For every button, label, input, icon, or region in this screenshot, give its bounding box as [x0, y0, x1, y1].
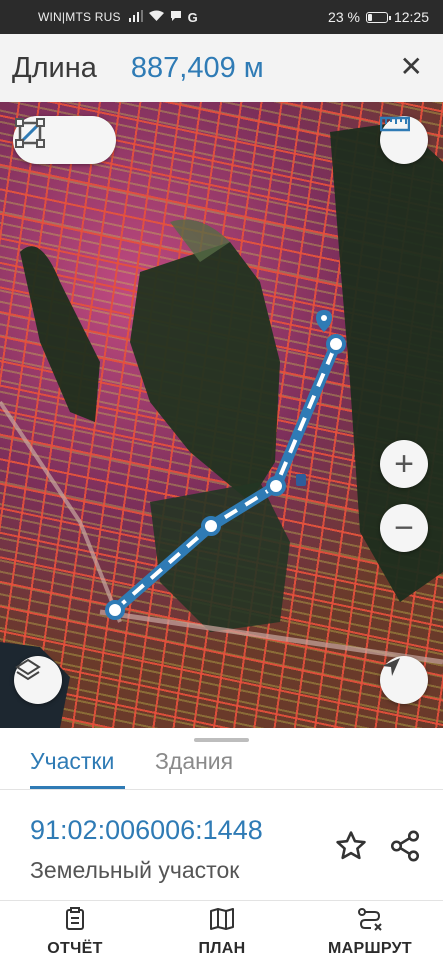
plan-button[interactable]: ПЛАН — [186, 907, 258, 958]
close-icon[interactable]: ✕ — [400, 52, 423, 82]
route-vertex[interactable] — [326, 334, 346, 354]
report-button[interactable]: ОТЧЁТ — [40, 907, 110, 958]
plan-label: ПЛАН — [198, 940, 246, 957]
measure-header: Длина 887,409 м ✕ — [0, 34, 443, 102]
building-marker — [296, 474, 306, 486]
ruler-button[interactable] — [380, 116, 428, 164]
star-icon[interactable] — [334, 829, 368, 863]
forest-area — [20, 246, 100, 422]
layers-button[interactable] — [14, 656, 62, 704]
measure-title: Длина — [12, 51, 97, 84]
forest-area — [130, 242, 280, 502]
map-pin-icon[interactable] — [316, 310, 332, 332]
road — [0, 400, 122, 623]
tab-buildings[interactable]: Здания — [155, 748, 233, 775]
route-vertex[interactable] — [105, 600, 125, 620]
zoom-out-button[interactable]: − — [380, 504, 428, 552]
route-icon — [357, 907, 383, 936]
route-vertex[interactable] — [266, 476, 286, 496]
minus-icon: − — [394, 509, 414, 547]
google-icon: G — [187, 9, 198, 25]
report-label: ОТЧЁТ — [47, 940, 103, 957]
signal-indicators: G — [128, 9, 198, 25]
plus-icon: + — [394, 445, 414, 483]
bottom-navigation: ОТЧЁТ ПЛАН МАРШРУТ — [0, 900, 443, 960]
parcel-card[interactable]: 91:02:006006:1448 Земельный участок — [0, 791, 443, 901]
report-icon — [64, 907, 86, 936]
map-icon — [209, 907, 235, 936]
route-label: МАРШРУТ — [328, 940, 412, 957]
status-right: 23 % 12:25 — [328, 9, 429, 25]
wifi-icon — [148, 10, 164, 25]
share-icon[interactable] — [388, 829, 422, 863]
length-value: 887,409 м — [130, 51, 264, 84]
map-overlay — [0, 122, 443, 728]
parcel-type: Земельный участок — [30, 857, 240, 883]
measure-tool-group — [13, 116, 116, 164]
clock: 12:25 — [393, 9, 429, 25]
battery-icon — [365, 11, 391, 23]
carrier-label: WIN|MTS RUS — [38, 10, 121, 24]
cadastral-number[interactable]: 91:02:006006:1448 — [30, 815, 263, 846]
route-button[interactable]: МАРШРУТ — [318, 907, 422, 958]
map-view[interactable]: + − — [0, 102, 443, 728]
status-bar: WIN|MTS RUS G 23 % 12:25 — [0, 0, 443, 34]
my-location-button[interactable] — [380, 656, 428, 704]
tab-bar: Участки Здания — [0, 742, 443, 790]
tab-active-indicator — [30, 786, 125, 789]
route-vertex[interactable] — [201, 516, 221, 536]
zoom-in-button[interactable]: + — [380, 440, 428, 488]
tab-parcels[interactable]: Участки — [30, 748, 114, 775]
message-icon — [170, 10, 182, 25]
signal-icon — [128, 9, 143, 25]
battery-percent: 23 % — [328, 9, 360, 25]
battery-fill — [367, 13, 372, 21]
